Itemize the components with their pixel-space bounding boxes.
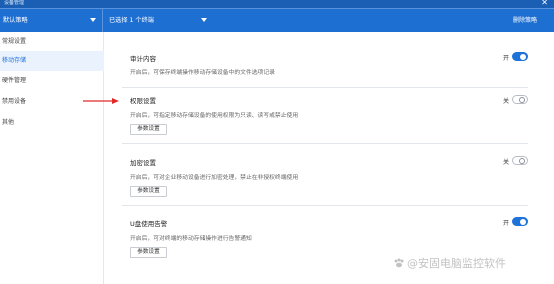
settings-panel: 审计内容 开启后，可保存终端操作移动存储设备中的文件选项记录 开 权限设置 开启… bbox=[105, 32, 554, 284]
toggle-state-label: 关 bbox=[503, 98, 510, 105]
policy-select-value: 默认策略 bbox=[3, 17, 28, 24]
sidebar-item-hardware[interactable]: 硬件管理 bbox=[0, 71, 104, 91]
caret-down-icon bbox=[201, 18, 207, 22]
terminal-select-value: 已选择 1 个终端 bbox=[109, 17, 154, 24]
toggle-switch[interactable]: 开 bbox=[503, 52, 528, 62]
toggle-switch[interactable]: 开 bbox=[503, 217, 528, 227]
setting-description: 开启后，可对终端的移动存储操作进行告警通知 bbox=[130, 236, 252, 242]
toggle-state-label: 关 bbox=[503, 159, 510, 166]
setting-title: U盘使用告警 bbox=[130, 220, 168, 228]
policy-select[interactable]: 默认策略 bbox=[0, 9, 103, 32]
setting-description: 开启后，可保存终端操作移动存储设备中的文件选项记录 bbox=[130, 70, 275, 76]
setting-audit: 审计内容 开启后，可保存终端操作移动存储设备中的文件选项记录 开 bbox=[122, 42, 528, 88]
param-settings-button[interactable]: 参数设置 bbox=[130, 247, 167, 258]
toggle-on-icon[interactable] bbox=[512, 52, 528, 61]
sidebar-item-other[interactable]: 其他 bbox=[0, 113, 104, 133]
setting-title: 权限设置 bbox=[130, 97, 156, 105]
delete-policy-button[interactable]: 删除策略 bbox=[513, 9, 537, 32]
terminal-select[interactable]: 已选择 1 个终端 bbox=[106, 9, 210, 32]
toggle-switch[interactable]: 关 bbox=[503, 156, 528, 166]
setting-permissions: 权限设置 开启后，可指定移动存储设备的使用权限为只读、读写或禁止使用 参数设置 … bbox=[122, 88, 528, 144]
toggle-switch[interactable]: 关 bbox=[503, 95, 528, 105]
watermark-text: @安固电脑监控软件 bbox=[407, 257, 506, 270]
close-icon[interactable]: ✕ bbox=[541, 0, 548, 7]
sidebar-item-general[interactable]: 常规设置 bbox=[0, 32, 104, 52]
setting-title: 审计内容 bbox=[130, 55, 156, 63]
sidebar-item-removable-storage[interactable]: 移动存储 bbox=[0, 51, 104, 71]
caret-down-icon bbox=[90, 18, 96, 22]
setting-description: 开启后，可对企业移动设备进行加密处理，禁止在非授权终端使用 bbox=[130, 175, 299, 181]
param-settings-button[interactable]: 参数设置 bbox=[130, 124, 167, 135]
toggle-state-label: 开 bbox=[503, 55, 510, 62]
window-titlebar: 设备管理 ✕ bbox=[0, 0, 554, 8]
toggle-state-label: 开 bbox=[503, 220, 510, 227]
paw-icon bbox=[394, 258, 404, 268]
param-settings-button[interactable]: 参数设置 bbox=[130, 186, 167, 197]
toggle-off-icon[interactable] bbox=[512, 95, 528, 104]
setting-encryption: 加密设置 开启后，可对企业移动设备进行加密处理，禁止在非授权终端使用 参数设置 … bbox=[122, 150, 528, 206]
toggle-on-icon[interactable] bbox=[512, 217, 528, 226]
watermark: @安固电脑监控软件 bbox=[393, 255, 506, 271]
window-title: 设备管理 bbox=[4, 0, 25, 6]
setting-title: 加密设置 bbox=[130, 159, 156, 167]
setting-description: 开启后，可指定移动存储设备的使用权限为只读、读写或禁止使用 bbox=[130, 113, 299, 119]
toggle-off-icon[interactable] bbox=[512, 156, 528, 165]
sidebar-nav: 常规设置 移动存储 硬件管理 禁用设备 其他 bbox=[0, 32, 104, 284]
toolbar: 默认策略 已选择 1 个终端 删除策略 bbox=[0, 8, 554, 32]
